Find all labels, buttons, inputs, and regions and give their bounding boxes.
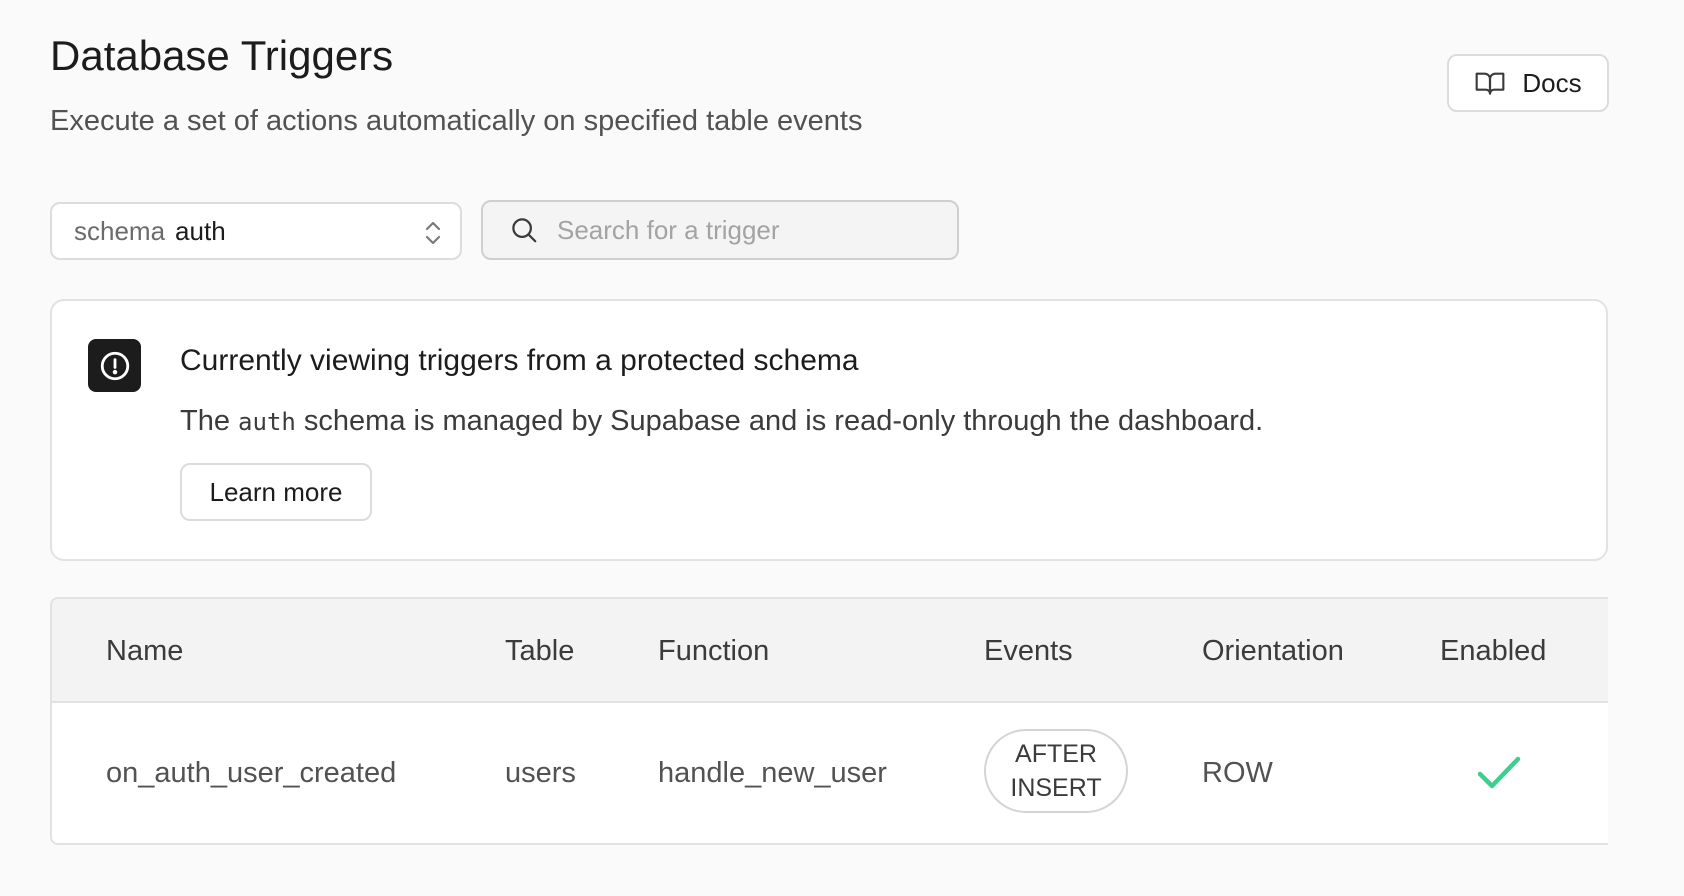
column-header-enabled: Enabled <box>1440 635 1547 667</box>
learn-more-button[interactable]: Learn more <box>180 463 372 521</box>
cell-table: users <box>505 757 576 789</box>
schema-select-value: auth <box>175 215 226 246</box>
alert-description: The auth schema is managed by Supabase a… <box>180 401 1263 442</box>
search-icon <box>509 215 539 245</box>
column-header-table: Table <box>505 635 575 667</box>
alert-desc-code: auth <box>238 408 296 436</box>
docs-label: Docs <box>1522 67 1582 98</box>
schema-select-prefix: schema <box>74 215 166 246</box>
database-triggers-page: Database Triggers Execute a set of actio… <box>0 0 1684 896</box>
check-icon <box>1476 753 1522 793</box>
schema-select[interactable]: schema auth <box>50 202 462 260</box>
search-box[interactable] <box>481 200 959 260</box>
column-header-events: Events <box>984 635 1073 667</box>
cell-function: handle_new_user <box>658 757 887 789</box>
alert-desc-after: schema is managed by Supabase and is rea… <box>303 405 1264 437</box>
alert-title: Currently viewing triggers from a protec… <box>180 344 859 377</box>
cell-name: on_auth_user_created <box>106 757 397 789</box>
cell-orientation: ROW <box>1202 757 1273 789</box>
column-header-name: Name <box>106 635 184 667</box>
alert-circle-icon <box>88 339 141 392</box>
column-header-orientation: Orientation <box>1202 635 1344 667</box>
docs-button[interactable]: Docs <box>1447 54 1609 112</box>
event-badge: AFTER INSERT <box>984 729 1128 813</box>
page-title: Database Triggers <box>50 32 394 79</box>
page-subtitle: Execute a set of actions automatically o… <box>50 105 863 137</box>
triggers-table: Name Table Function Events Orientation E… <box>50 597 1608 845</box>
chevrons-up-down-icon <box>420 217 446 249</box>
column-header-function: Function <box>658 635 770 667</box>
table-row[interactable]: on_auth_user_created users handle_new_us… <box>52 703 1608 843</box>
search-input[interactable] <box>557 214 931 246</box>
table-header: Name Table Function Events Orientation E… <box>52 599 1608 703</box>
protected-schema-alert: Currently viewing triggers from a protec… <box>50 299 1608 561</box>
alert-desc-before: The <box>180 405 230 437</box>
book-open-icon <box>1474 67 1506 99</box>
